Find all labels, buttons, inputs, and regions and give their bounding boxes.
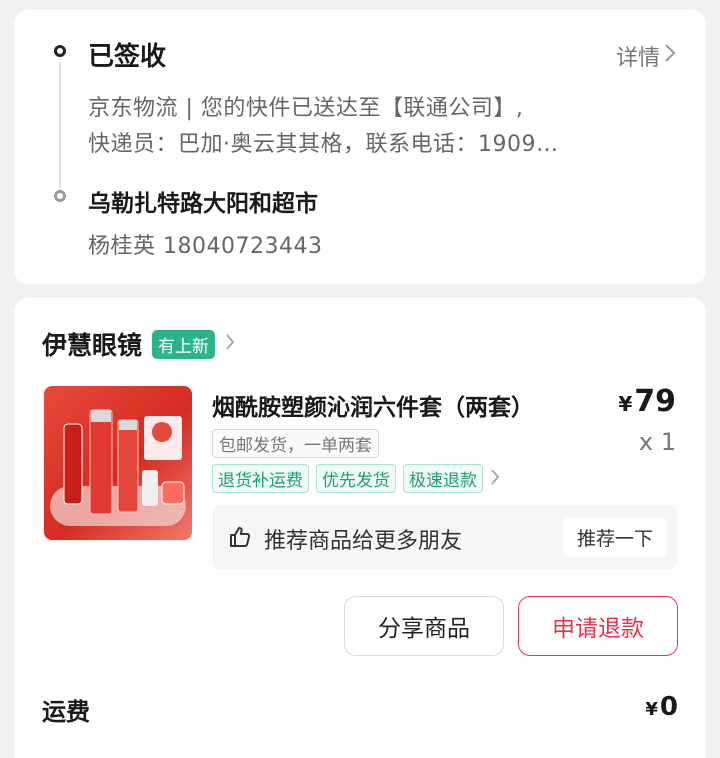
shop-name: 伊慧眼镜 — [42, 331, 143, 360]
shipping-update-line-2: 快递员：巴加·奥云其其格，联系电话：1909… — [88, 132, 559, 157]
currency-symbol: ¥ — [618, 392, 633, 416]
recommend-text: 推荐商品给更多朋友 — [264, 529, 463, 554]
chevron-right-icon — [225, 332, 235, 357]
product-title[interactable]: 烟酰胺塑颜沁润六件套（两套） — [212, 388, 534, 422]
details-label: 详情 — [615, 46, 660, 71]
chevron-right-icon — [490, 467, 500, 491]
service-tag-priority-shipping: 优先发货 — [316, 464, 396, 493]
delivery-status: 已签收 — [88, 42, 167, 72]
shipping-update-line-1: 京东物流 | 您的快件已送达至【联通公司】, — [88, 96, 524, 121]
timeline-current-dot — [54, 45, 66, 57]
shipping-fee-label: 运费 — [42, 698, 90, 726]
recipient-contact: 杨桂英 18040723443 — [88, 234, 323, 259]
shop-header[interactable]: 伊慧眼镜 有上新 — [42, 326, 235, 362]
product-quantity: x 1 — [638, 428, 676, 456]
recommend-banner: 推荐商品给更多朋友 推荐一下 — [212, 505, 677, 569]
recommend-button[interactable]: 推荐一下 — [562, 517, 667, 557]
price-value: 79 — [634, 384, 676, 419]
order-card: 伊慧眼镜 有上新 烟酰胺塑颜沁润六件套（两套） ¥79 x 1 包邮发货，一单两… — [14, 298, 706, 758]
currency-symbol: ¥ — [645, 699, 658, 720]
new-arrival-badge: 有上新 — [152, 329, 216, 359]
timeline-line — [59, 62, 61, 190]
thumbs-up-icon — [228, 525, 252, 553]
shipping-fee-amount: 0 — [659, 692, 678, 722]
product-image[interactable] — [44, 386, 192, 540]
product-image-graphic — [50, 409, 186, 526]
product-price: ¥79 — [618, 384, 676, 419]
shipping-fee-value: ¥0 — [645, 692, 678, 722]
share-product-button[interactable]: 分享商品 — [344, 596, 504, 656]
spec-tag: 包邮发货，一单两套 — [212, 429, 379, 458]
service-tag-return-shipping: 退货补运费 — [212, 464, 309, 493]
request-refund-button[interactable]: 申请退款 — [518, 596, 678, 656]
service-tag-fast-refund: 极速退款 — [403, 464, 483, 493]
service-tags[interactable]: 退货补运费 优先发货 极速退款 — [212, 464, 500, 493]
delivery-address: 乌勒扎特路大阳和超市 — [88, 191, 318, 217]
logistics-card[interactable]: 已签收 详情 京东物流 | 您的快件已送达至【联通公司】, 快递员：巴加·奥云其… — [14, 10, 706, 284]
chevron-right-icon — [664, 43, 676, 69]
timeline-address-dot — [54, 190, 66, 202]
details-link[interactable]: 详情 — [616, 40, 676, 72]
